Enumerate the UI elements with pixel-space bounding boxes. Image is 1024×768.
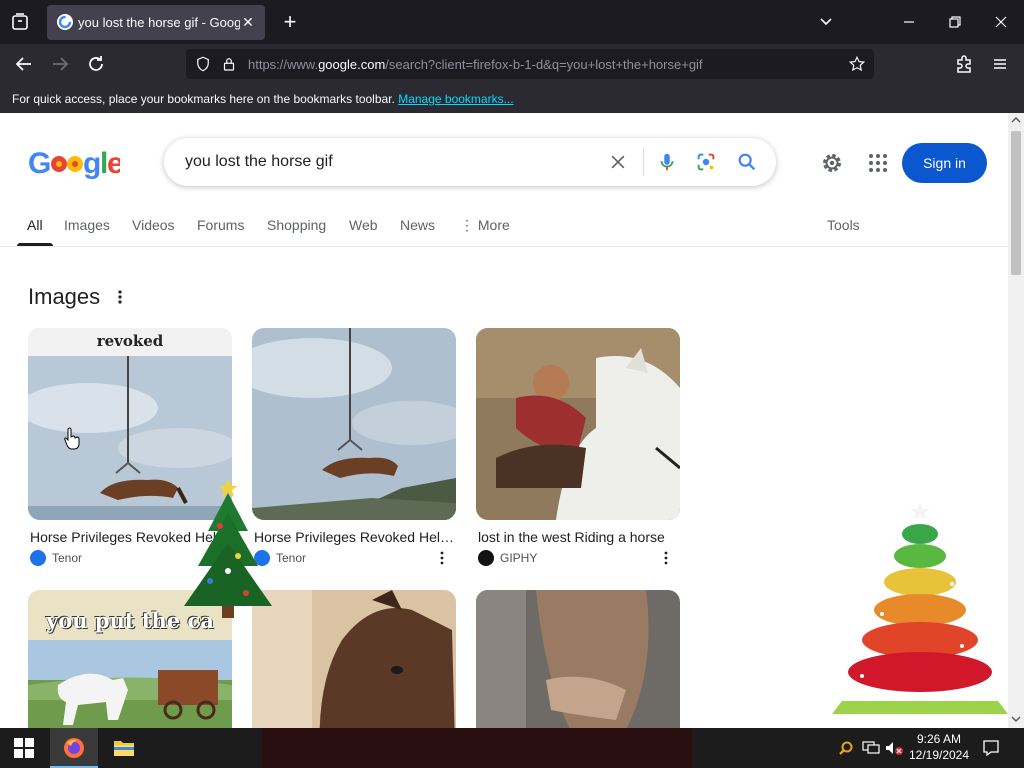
clock-time: 9:26 AM	[916, 732, 962, 746]
search-input[interactable]: you lost the horse gif	[185, 153, 333, 171]
hand-cursor-icon	[64, 427, 80, 450]
close-window-icon[interactable]	[989, 10, 1013, 34]
google-doodle-logo: G g l e	[28, 147, 124, 180]
google-logo[interactable]: G g l e	[28, 147, 124, 187]
page-scrollbar[interactable]	[1008, 113, 1024, 728]
tab-bar: you lost the horse gif - Google Search ✕…	[0, 0, 1024, 44]
bookmarks-toolbar: For quick access, place your bookmarks h…	[0, 84, 1024, 113]
taskbar-wallpaper-strip	[262, 728, 692, 768]
microphone-icon[interactable]	[656, 150, 678, 174]
search-box[interactable]: you lost the horse gif	[164, 138, 776, 186]
sign-in-button[interactable]: Sign in	[902, 143, 987, 183]
windows-start-icon[interactable]	[14, 738, 34, 758]
image-caption[interactable]: lost in the west Riding a horse	[478, 529, 678, 545]
search-tray-icon[interactable]	[838, 740, 854, 756]
image-source-name: GIPHY	[500, 551, 538, 565]
active-tab[interactable]: you lost the horse gif - Google Search ✕	[47, 5, 265, 40]
search-icon[interactable]	[736, 151, 758, 173]
giphy-icon	[478, 550, 494, 566]
more-options-icon[interactable]	[436, 550, 448, 566]
image-source-name: Tenor	[52, 551, 83, 565]
volume-muted-icon[interactable]	[884, 740, 904, 756]
bookmarks-hint-text: For quick access, place your bookmarks h…	[12, 92, 395, 106]
tab-title: you lost the horse gif - Google Search	[78, 15, 240, 30]
section-more-icon[interactable]	[112, 288, 128, 306]
lock-icon[interactable]	[220, 55, 238, 73]
tab-images[interactable]: Images	[64, 217, 110, 233]
tab-all[interactable]: All	[17, 217, 52, 246]
svg-text:G: G	[28, 147, 50, 179]
tab-more-label: More	[477, 217, 510, 233]
image-result-card[interactable]	[252, 590, 456, 728]
more-dots-icon: ⋮	[460, 217, 478, 233]
image-thumbnail[interactable]	[252, 590, 456, 728]
lens-camera-icon[interactable]	[695, 151, 717, 173]
shield-icon[interactable]	[194, 55, 212, 73]
image-thumbnail[interactable]	[476, 328, 680, 520]
url-domain: google.com	[318, 57, 386, 72]
url-text[interactable]: https://www.google.com/search?client=fir…	[248, 57, 703, 72]
folder-icon	[114, 741, 134, 756]
apps-grid-icon[interactable]	[866, 151, 890, 175]
search-type-tabs: All Images Videos Forums Shopping Web Ne…	[0, 213, 1008, 247]
close-tab-icon[interactable]: ✕	[239, 13, 257, 31]
svg-text:e: e	[107, 147, 120, 179]
manage-bookmarks-link[interactable]: Manage bookmarks...	[398, 92, 513, 106]
clock-date: 12/19/2024	[908, 748, 970, 762]
url-prefix: https://www.	[248, 57, 319, 72]
clear-search-icon[interactable]	[608, 152, 628, 172]
images-section-title: Images	[28, 284, 101, 309]
address-bar[interactable]: https://www.google.com/search?client=fir…	[186, 49, 874, 79]
tenor-icon	[30, 550, 46, 566]
google-results-page: G g l e you lost the horse gif Sign in A…	[0, 113, 1008, 728]
taskbar-file-explorer-button[interactable]	[104, 728, 144, 768]
reload-icon[interactable]	[84, 52, 108, 76]
scroll-down-icon[interactable]	[1011, 714, 1021, 724]
new-tab-icon[interactable]: +	[278, 10, 302, 34]
minimize-icon[interactable]	[897, 10, 921, 34]
menu-icon[interactable]	[988, 52, 1012, 76]
tab-forums[interactable]: Forums	[197, 217, 244, 233]
url-path: /search?client=firefox-b-1-d&q=you+lost+…	[385, 57, 703, 72]
spiral-christmas-tree-decoration	[832, 502, 1008, 714]
image-caption[interactable]: Horse Privileges Revoked Helicopter	[254, 529, 454, 545]
chevron-down-icon[interactable]	[814, 10, 838, 34]
taskbar-firefox-button[interactable]	[50, 728, 98, 768]
taskbar-clock[interactable]: 9:26 AM 12/19/2024	[904, 731, 974, 763]
google-favicon-icon	[57, 14, 73, 30]
forward-icon[interactable]	[48, 52, 72, 76]
thumbnail-overlay-text: revoked	[96, 332, 164, 350]
extensions-icon[interactable]	[952, 52, 976, 76]
tab-web[interactable]: Web	[349, 217, 378, 233]
search-divider	[643, 148, 644, 176]
windows-taskbar: 9:26 AM 12/19/2024	[0, 728, 1024, 768]
tab-videos[interactable]: Videos	[132, 217, 175, 233]
scrollbar-thumb[interactable]	[1011, 131, 1021, 275]
tab-news[interactable]: News	[400, 217, 435, 233]
tools-button[interactable]: Tools	[827, 217, 860, 233]
image-result-card[interactable]	[476, 590, 680, 728]
christmas-tree-decoration	[184, 479, 272, 618]
notifications-icon[interactable]	[982, 739, 1000, 757]
settings-gear-icon[interactable]	[820, 151, 844, 175]
scroll-up-icon[interactable]	[1011, 115, 1021, 125]
image-source-name: Tenor	[276, 551, 307, 565]
network-icon[interactable]	[862, 740, 880, 756]
navigation-toolbar: https://www.google.com/search?client=fir…	[0, 44, 1024, 84]
firefox-icon	[64, 738, 84, 758]
image-thumbnail[interactable]	[476, 590, 680, 728]
image-thumbnail[interactable]	[252, 328, 456, 520]
tab-shopping[interactable]: Shopping	[267, 217, 326, 233]
image-result-card[interactable]: Horse Privileges Revoked Helicopter Teno…	[252, 328, 456, 568]
bookmark-star-icon[interactable]	[848, 55, 866, 73]
restore-icon[interactable]	[943, 10, 967, 34]
list-all-tabs-icon[interactable]	[8, 10, 32, 34]
image-result-card[interactable]: lost in the west Riding a horse GIPHY	[476, 328, 680, 568]
back-icon[interactable]	[12, 52, 36, 76]
more-options-icon[interactable]	[660, 550, 672, 566]
tab-more[interactable]: ⋮ More	[460, 217, 510, 234]
svg-text:g: g	[83, 147, 100, 179]
bookmarks-hint: For quick access, place your bookmarks h…	[12, 92, 514, 106]
